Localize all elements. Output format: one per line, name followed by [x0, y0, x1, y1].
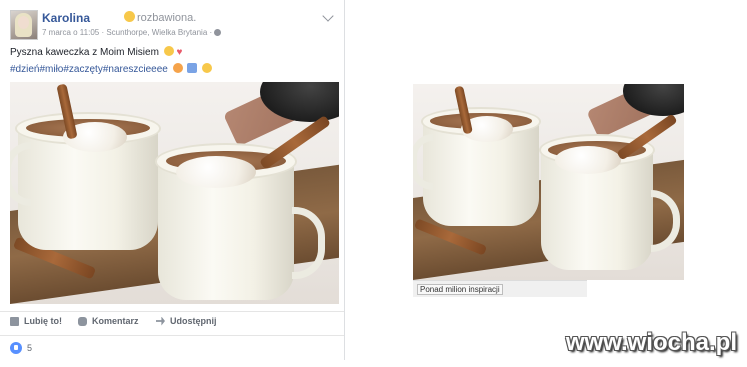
post-date-location[interactable]: 7 marca o 11:05 · Scunthorpe, Wielka Bry… — [42, 28, 214, 37]
image-caption-bar: Ponad milion inspiracji — [413, 280, 587, 297]
divider — [0, 311, 344, 312]
hashtags-text[interactable]: #dzień#miło#zaczęty#nareszcieeee — [10, 64, 168, 75]
coffee-cup-right — [538, 134, 680, 270]
comment-icon — [78, 316, 87, 326]
divider — [0, 335, 344, 336]
globe-icon — [214, 29, 222, 36]
feeling-status: rozbawiona. — [124, 11, 196, 24]
feeling-label: rozbawiona. — [137, 12, 197, 24]
wink-emoji-icon — [163, 46, 174, 56]
coffee-cup-left — [10, 112, 161, 250]
source-photo — [413, 84, 684, 280]
post-header: Karolina rozbawiona. 7 marca o 11:05 · S… — [10, 10, 340, 40]
thumbs-up-emoji-icon — [187, 63, 198, 73]
like-count: 5 — [27, 343, 33, 353]
avatar[interactable] — [10, 10, 38, 40]
laughing-emoji-icon — [124, 11, 135, 22]
like-reaction-icon — [10, 342, 22, 354]
post-text-body: Pyszna kaweczka z Moim Misiem — [10, 47, 159, 58]
post-photo[interactable] — [10, 82, 339, 304]
post-hashtags: #dzień#miło#zaczęty#nareszcieeee — [10, 63, 213, 75]
like-button[interactable]: Lubię to! — [10, 316, 62, 326]
chevron-down-icon[interactable] — [322, 10, 334, 22]
comment-button[interactable]: Komentarz — [78, 316, 139, 326]
smile-emoji-icon — [202, 63, 213, 73]
caption-label: Ponad milion inspiracji — [417, 284, 503, 295]
heart-icon: ♥ — [176, 47, 183, 58]
thumbs-up-icon — [10, 316, 19, 326]
comment-label: Komentarz — [92, 316, 139, 326]
like-label: Lubię to! — [24, 316, 62, 326]
share-button[interactable]: Udostępnij — [156, 316, 217, 326]
likes-summary[interactable]: 5 — [10, 342, 32, 354]
post-text: Pyszna kaweczka z Moim Misiem ♥ — [10, 46, 182, 58]
grin-emoji-icon — [172, 63, 183, 73]
coffee-cup-right — [155, 143, 325, 300]
site-watermark: www.wiocha.pl — [565, 329, 737, 356]
facebook-post: Karolina rozbawiona. 7 marca o 11:05 · S… — [0, 0, 345, 360]
share-label: Udostępnij — [170, 316, 217, 326]
post-meta: 7 marca o 11:05 · Scunthorpe, Wielka Bry… — [42, 28, 222, 37]
author-name[interactable]: Karolina — [42, 11, 90, 25]
coffee-cup-left — [413, 107, 542, 226]
share-icon — [156, 316, 165, 326]
post-actions: Lubię to! Komentarz Udostępnij — [10, 316, 340, 332]
